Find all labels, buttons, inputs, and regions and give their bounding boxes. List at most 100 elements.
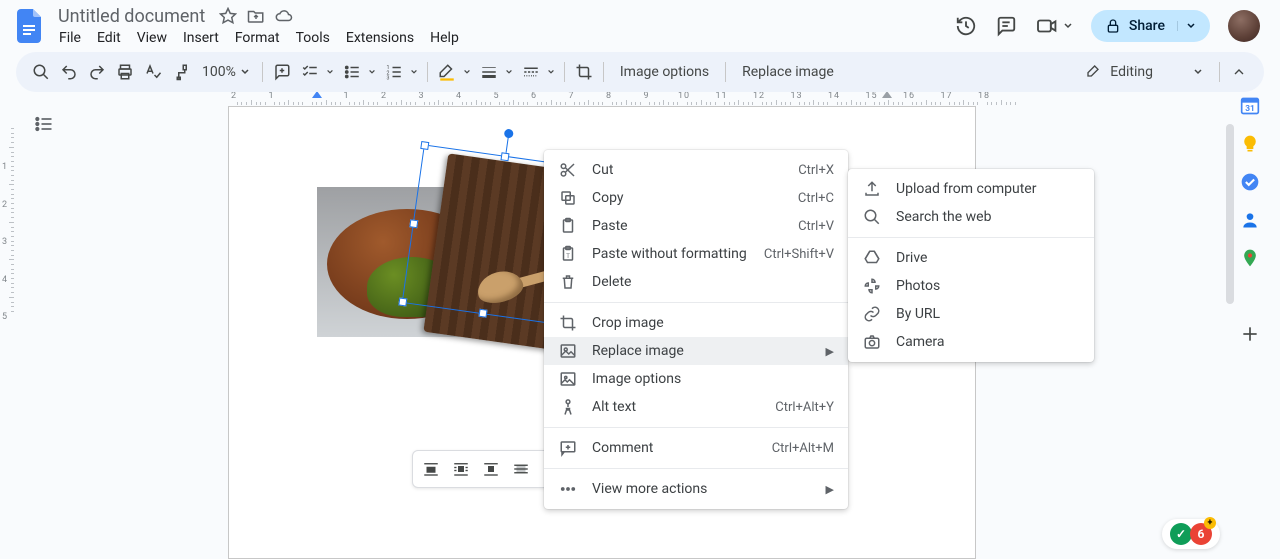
checklist-dropdown-icon[interactable]: [323, 58, 337, 86]
ctx-copy[interactable]: CopyCtrl+C: [544, 184, 848, 212]
docs-logo[interactable]: [12, 8, 48, 44]
menu-extensions[interactable]: Extensions: [339, 28, 421, 48]
image-icon: [558, 342, 578, 360]
comment-icon: [558, 439, 578, 457]
numbered-list-dropdown-icon[interactable]: [407, 58, 421, 86]
ctx-cut[interactable]: CutCtrl+X: [544, 156, 848, 184]
add-comment-icon[interactable]: [269, 58, 295, 86]
header-actions: Share: [955, 10, 1268, 42]
vertical-ruler: 12345: [0, 106, 14, 559]
menu-help[interactable]: Help: [423, 28, 466, 48]
border-weight-icon[interactable]: [476, 58, 502, 86]
wrap-break-icon[interactable]: [477, 455, 505, 483]
share-dropdown[interactable]: [1177, 21, 1196, 31]
replace-image-button[interactable]: Replace image: [732, 64, 844, 80]
menu-view[interactable]: View: [130, 28, 174, 48]
alt-icon: [558, 398, 578, 416]
share-button[interactable]: Share: [1091, 10, 1210, 42]
calendar-app-icon[interactable]: 31: [1240, 96, 1260, 116]
paste-plain-icon: T: [558, 245, 578, 263]
horizontal-ruler: 21123456789101112131415161718: [224, 92, 1222, 106]
tasks-app-icon[interactable]: [1240, 172, 1260, 192]
submenu-upload-from-computer[interactable]: Upload from computer: [848, 175, 1094, 203]
checklist-icon[interactable]: [297, 58, 323, 86]
image-options-button[interactable]: Image options: [610, 64, 719, 80]
paint-format-icon[interactable]: [168, 58, 194, 86]
menu-format[interactable]: Format: [228, 28, 287, 48]
outline-toggle-icon[interactable]: [34, 114, 54, 134]
print-icon[interactable]: [112, 58, 138, 86]
spellcheck-icon[interactable]: [140, 58, 166, 86]
upload-icon: [862, 180, 882, 198]
star-icon[interactable]: [219, 7, 237, 25]
crop-icon[interactable]: [571, 58, 597, 86]
border-color-icon[interactable]: [434, 58, 460, 86]
comments-icon[interactable]: [995, 15, 1017, 37]
submenu-search-the-web[interactable]: Search the web: [848, 203, 1094, 231]
ctx-image-options[interactable]: Image options: [544, 365, 848, 393]
bulleted-list-icon[interactable]: [339, 58, 365, 86]
contacts-app-icon[interactable]: [1240, 210, 1260, 230]
maps-app-icon[interactable]: [1240, 248, 1260, 268]
delete-icon: [558, 273, 578, 291]
border-dash-dropdown-icon[interactable]: [544, 58, 558, 86]
search-tool-icon[interactable]: [28, 58, 54, 86]
add-app-icon[interactable]: [1240, 324, 1260, 344]
menu-file[interactable]: File: [52, 28, 88, 48]
drive-icon: [862, 249, 882, 267]
svg-text:T: T: [566, 253, 570, 260]
tune-icon: [558, 370, 578, 388]
ctx-alt-text[interactable]: Alt textCtrl+Alt+Y: [544, 393, 848, 421]
submenu-by-url[interactable]: By URL: [848, 300, 1094, 328]
menu-edit[interactable]: Edit: [90, 28, 128, 48]
wrap-behind-icon[interactable]: [507, 455, 535, 483]
ctx-paste[interactable]: PasteCtrl+V: [544, 212, 848, 240]
ctx-replace-image[interactable]: Replace image▶: [544, 337, 848, 365]
chevron-right-icon: ▶: [826, 483, 834, 496]
submenu-camera[interactable]: Camera: [848, 328, 1094, 356]
border-weight-dropdown-icon[interactable]: [502, 58, 516, 86]
ctx-paste-without-formatting[interactable]: TPaste without formattingCtrl+Shift+V: [544, 240, 848, 268]
copy-icon: [558, 189, 578, 207]
ctx-delete[interactable]: Delete: [544, 268, 848, 296]
numbered-list-icon[interactable]: 123: [381, 58, 407, 86]
editing-mode[interactable]: Editing: [1076, 60, 1213, 84]
history-icon[interactable]: [955, 15, 977, 37]
submenu-drive[interactable]: Drive: [848, 244, 1094, 272]
move-to-drive-icon[interactable]: [247, 7, 265, 25]
paste-icon: [558, 217, 578, 235]
undo-icon[interactable]: [56, 58, 82, 86]
context-menu: CutCtrl+XCopyCtrl+CPasteCtrl+VTPaste wit…: [544, 150, 848, 509]
border-dash-icon[interactable]: [518, 58, 544, 86]
ctx-view-more-actions[interactable]: View more actions▶: [544, 475, 848, 503]
photos-icon: [862, 277, 882, 295]
avatar[interactable]: [1228, 10, 1260, 42]
keep-app-icon[interactable]: [1240, 134, 1260, 154]
redo-icon[interactable]: [84, 58, 110, 86]
svg-text:31: 31: [1245, 104, 1255, 114]
menu-tools[interactable]: Tools: [289, 28, 337, 48]
submenu-photos[interactable]: Photos: [848, 272, 1094, 300]
camera-icon: [862, 333, 882, 351]
extension-badges[interactable]: ✓ 6: [1162, 519, 1220, 549]
wrap-text-icon[interactable]: [447, 455, 475, 483]
ctx-crop-image[interactable]: Crop image: [544, 309, 848, 337]
link-icon: [862, 305, 882, 323]
crop-icon: [558, 314, 578, 332]
zoom-select[interactable]: 100%: [196, 64, 256, 80]
bulleted-list-dropdown-icon[interactable]: [365, 58, 379, 86]
svg-text:3: 3: [386, 76, 389, 82]
border-color-dropdown-icon[interactable]: [460, 58, 474, 86]
cloud-status-icon[interactable]: [275, 7, 293, 25]
menubar: File Edit View Insert Format Tools Exten…: [52, 28, 955, 48]
collapse-sidebar-icon[interactable]: [1226, 58, 1252, 86]
badge-green-icon: ✓: [1170, 523, 1192, 545]
cut-icon: [558, 161, 578, 179]
ctx-comment[interactable]: CommentCtrl+Alt+M: [544, 434, 848, 462]
meet-icon[interactable]: [1035, 15, 1073, 37]
chevron-right-icon: ▶: [826, 345, 834, 358]
wrap-inline-icon[interactable]: [417, 455, 445, 483]
menu-insert[interactable]: Insert: [176, 28, 226, 48]
doc-title[interactable]: Untitled document: [52, 5, 211, 28]
workspace: 21123456789101112131415161718 12345: [0, 92, 1280, 559]
